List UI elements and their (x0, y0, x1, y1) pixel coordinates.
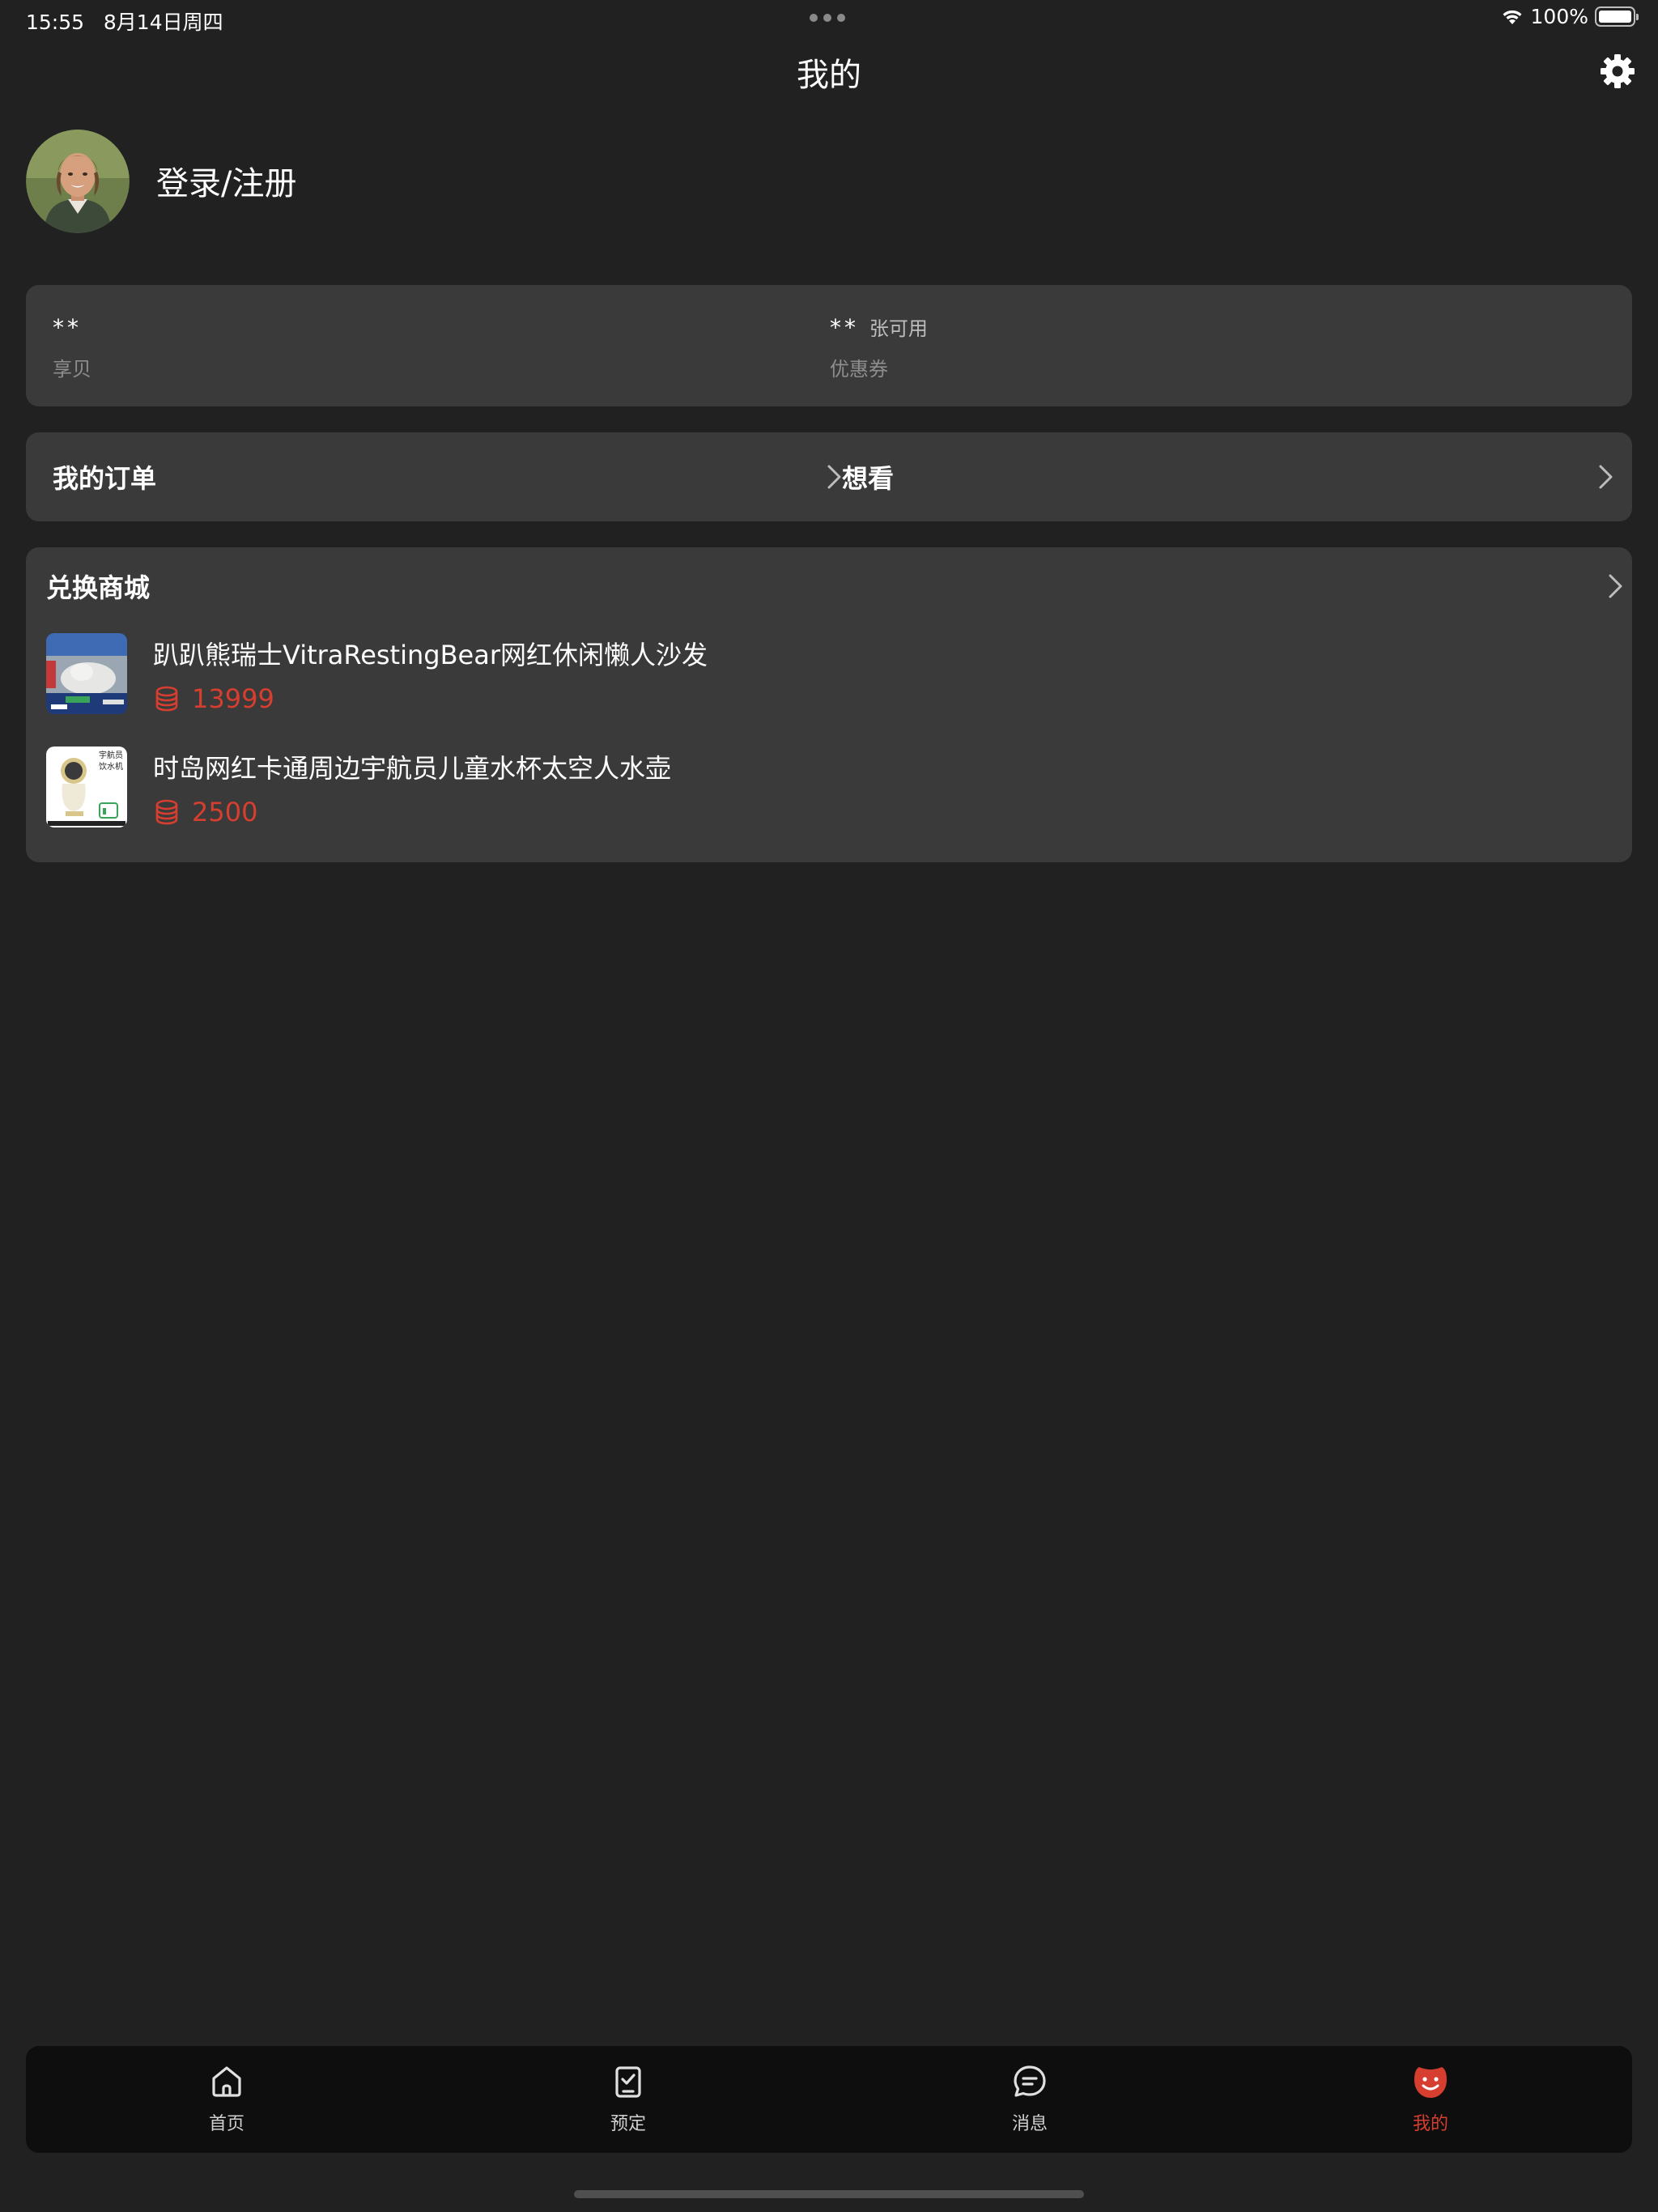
tab-mine[interactable]: 我的 (1374, 2062, 1487, 2143)
exchange-store-card: 兑换商城 趴趴熊瑞士VitraRestingBear网红休闲懒人沙发 13999… (26, 547, 1632, 862)
status-date: 8月14日周四 (103, 11, 223, 34)
orders-card: 我的订单 想看 (26, 432, 1632, 521)
coin-stack-icon (155, 686, 178, 712)
product-name: 趴趴熊瑞士VitraRestingBear网红休闲懒人沙发 (153, 640, 708, 670)
status-bar: 15:55 8月14日周四 100% (0, 0, 1658, 39)
battery-icon (1595, 6, 1639, 27)
thumb-text-line1: 宇航员 (99, 750, 123, 760)
product-price: 13999 (192, 683, 274, 714)
watchlist-label: 想看 (842, 463, 895, 494)
product-price: 2500 (192, 797, 258, 827)
status-time: 15:55 8月14日周四 (26, 6, 223, 36)
my-orders-label: 我的订单 (53, 463, 157, 494)
tab-messages-label: 消息 (1011, 2114, 1048, 2134)
bottom-tab-bar: 首页 预定 消息 我的 (26, 2046, 1632, 2153)
product-price-row: 2500 (153, 797, 257, 827)
coupons-value: ** (830, 314, 859, 341)
watchlist-link[interactable]: 想看 (842, 432, 1615, 521)
chat-bubble-icon (1014, 2065, 1046, 2097)
thumb-text-line2: 饮水机 (99, 761, 123, 772)
chevron-right-icon (1599, 465, 1613, 489)
product-thumbnail: 宇航员 饮水机 (46, 747, 127, 827)
tab-mine-label: 我的 (1412, 2114, 1448, 2134)
avatar[interactable] (26, 130, 130, 233)
exchange-store-header[interactable]: 兑换商城 (46, 568, 1625, 604)
profile-page: 15:55 8月14日周四 100% 我的 登录/注册 ** 享贝 ** 张可用… (0, 0, 1658, 2212)
my-orders-link[interactable]: 我的订单 (53, 432, 844, 521)
tab-booking-label: 预定 (610, 2114, 646, 2134)
wifi-icon (1503, 10, 1522, 24)
clipboard-check-icon (615, 2066, 641, 2098)
user-avatar-photo (26, 130, 130, 233)
coupons-suffix: 张可用 (869, 317, 928, 340)
product-price-row: 13999 (153, 683, 274, 714)
tab-messages[interactable]: 消息 (973, 2062, 1086, 2143)
tab-home-label: 首页 (208, 2114, 244, 2134)
coin-stack-icon (155, 799, 178, 825)
points-label: 享贝 (53, 357, 91, 381)
tab-home[interactable]: 首页 (170, 2062, 283, 2143)
home-icon (212, 2066, 241, 2097)
chevron-right-icon (827, 465, 841, 489)
coupons-label: 优惠券 (830, 357, 888, 381)
sofa-product-image (46, 633, 127, 714)
status-indicators: 100% (1500, 5, 1639, 28)
page-title: 我的 (797, 57, 861, 94)
login-register-link[interactable]: 登录/注册 (156, 157, 296, 204)
exchange-store-title: 兑换商城 (46, 572, 151, 603)
battery-percentage: 100% (1530, 5, 1588, 28)
smiley-face-icon (1414, 2067, 1447, 2098)
astronaut-bottle-product-image: 宇航员 饮水机 (46, 747, 127, 827)
home-indicator[interactable] (574, 2190, 1084, 2198)
gear-icon (1601, 54, 1635, 88)
product-item[interactable]: 趴趴熊瑞士VitraRestingBear网红休闲懒人沙发 13999 (46, 633, 1609, 714)
tab-booking[interactable]: 预定 (572, 2062, 685, 2143)
multitasking-dots-icon[interactable] (810, 14, 845, 22)
assets-summary-card: ** 享贝 ** 张可用 优惠券 (26, 285, 1632, 406)
settings-button[interactable] (1598, 52, 1637, 91)
points-value: ** (53, 314, 82, 341)
product-thumbnail (46, 633, 127, 714)
status-clock: 15:55 (26, 11, 85, 34)
coupons-value-row: ** 张可用 (830, 314, 928, 342)
points-stat[interactable]: ** 享贝 (53, 314, 91, 381)
coupons-stat[interactable]: ** 张可用 优惠券 (830, 314, 928, 381)
product-item[interactable]: 宇航员 饮水机 时岛网红卡通周边宇航员儿童水杯太空人水壶 2500 (46, 747, 1609, 827)
chevron-right-icon (1609, 574, 1622, 598)
product-name: 时岛网红卡通周边宇航员儿童水杯太空人水壶 (153, 753, 672, 784)
